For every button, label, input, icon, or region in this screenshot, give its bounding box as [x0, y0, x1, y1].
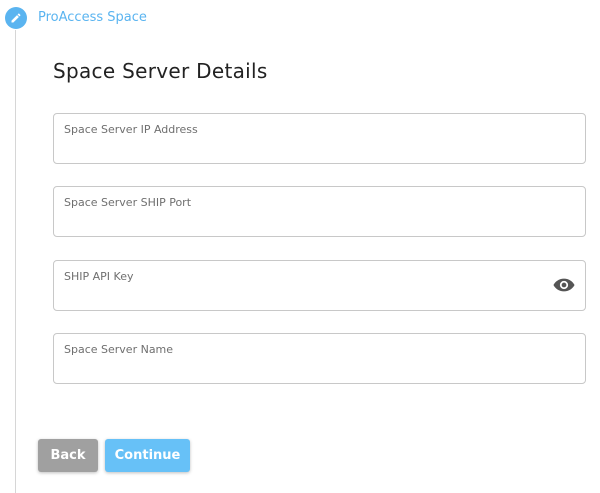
step-edit-indicator: [5, 7, 27, 29]
eye-icon[interactable]: [553, 277, 575, 293]
api-key-input[interactable]: [64, 287, 534, 305]
back-button[interactable]: Back: [38, 439, 98, 472]
ip-address-field[interactable]: Space Server IP Address: [53, 113, 586, 164]
api-key-field[interactable]: SHIP API Key: [53, 260, 586, 311]
step-label[interactable]: ProAccess Space: [38, 10, 147, 26]
pencil-icon: [11, 13, 21, 23]
section-title: Space Server Details: [53, 59, 268, 83]
step-connector-line: [15, 30, 16, 493]
ship-port-label: Space Server SHIP Port: [64, 196, 192, 209]
ship-port-field[interactable]: Space Server SHIP Port: [53, 186, 586, 237]
server-name-label: Space Server Name: [64, 343, 174, 356]
ip-address-label: Space Server IP Address: [64, 123, 198, 136]
continue-button[interactable]: Continue: [105, 439, 190, 472]
api-key-label: SHIP API Key: [64, 270, 134, 283]
ship-port-input[interactable]: [64, 213, 534, 231]
server-name-input[interactable]: [64, 360, 534, 378]
ip-address-input[interactable]: [64, 140, 534, 158]
setup-wizard: ProAccess Space Space Server Details Spa…: [0, 0, 600, 493]
server-name-field[interactable]: Space Server Name: [53, 333, 586, 384]
